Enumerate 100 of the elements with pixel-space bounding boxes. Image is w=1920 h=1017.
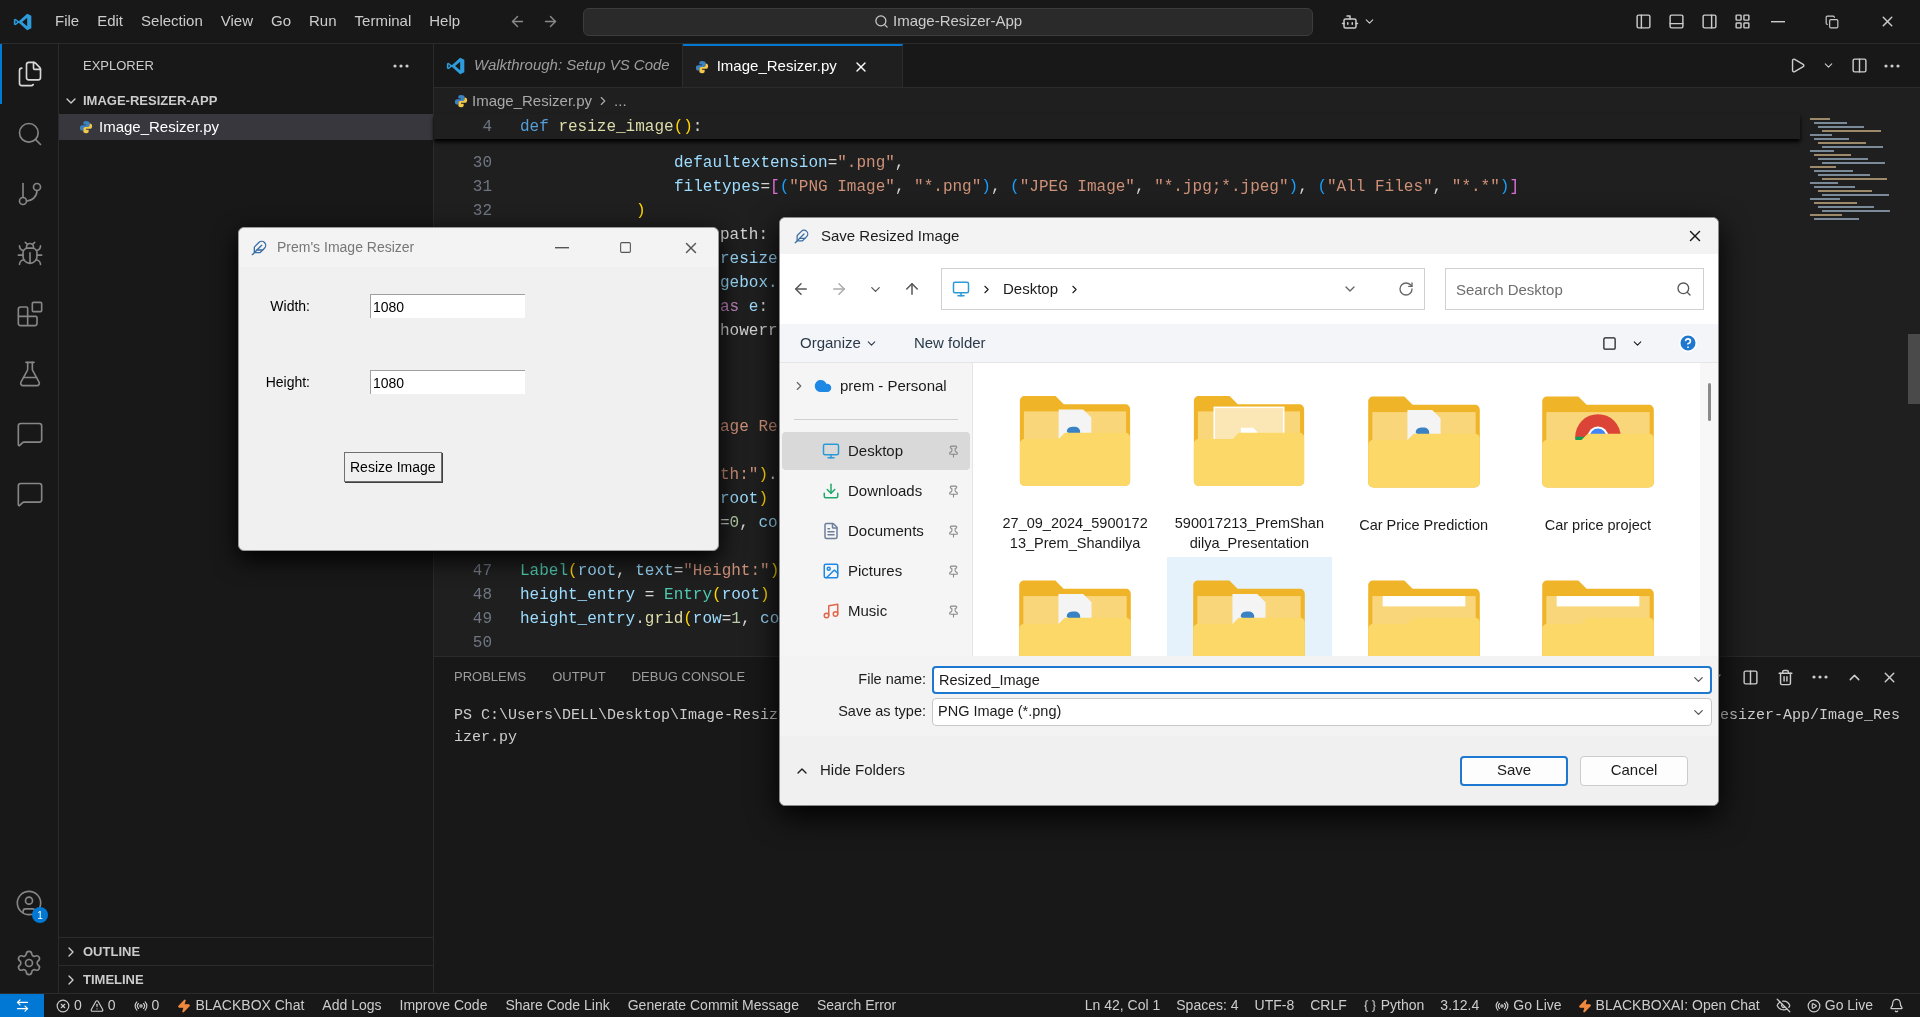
text-field[interactable]: 1080 — [370, 294, 525, 318]
forward-icon — [830, 280, 848, 298]
menu-item[interactable]: Help — [420, 10, 470, 33]
copilot-icon — [1341, 12, 1360, 31]
up-icon — [903, 280, 921, 298]
code-text: root) — [720, 489, 768, 510]
problems-button[interactable]: 0 0 — [50, 994, 122, 1017]
status-item[interactable]: Improve Code — [393, 994, 494, 1017]
line-number: 48 — [471, 585, 492, 606]
nav-item[interactable]: Downloads — [782, 472, 970, 510]
status-item[interactable]: Ln 42, Col 1 — [1078, 994, 1167, 1017]
file-type-dropdown[interactable]: PNG Image (*.png) — [932, 698, 1712, 726]
cancel-button[interactable]: Cancel — [1580, 755, 1688, 786]
toggle-panel-icon — [1668, 13, 1685, 30]
nav-item[interactable]: Pictures — [782, 552, 970, 590]
downloads-icon — [822, 482, 840, 500]
organize-button[interactable]: Organize — [800, 331, 878, 355]
panel-tab[interactable]: DEBUG CONSOLE — [621, 657, 756, 697]
minimize-icon — [1771, 20, 1785, 23]
language-button[interactable]: Python — [1356, 994, 1431, 1017]
panel-tab[interactable]: OUTPUT — [542, 657, 616, 697]
ports-button[interactable]: 0 — [127, 994, 166, 1017]
status-item[interactable]: CRLF — [1304, 994, 1353, 1017]
nav-item[interactable]: Music — [782, 592, 970, 630]
folder-item[interactable]: Car Price Prediction — [1341, 373, 1506, 553]
status-item[interactable]: Spaces: 4 — [1170, 994, 1245, 1017]
status-item[interactable]: 3.12.4 — [1434, 994, 1486, 1017]
app-logo-icon — [13, 11, 33, 32]
file-name-field[interactable]: Resized_Image — [932, 666, 1712, 694]
hide-folders-button[interactable]: Hide Folders — [794, 759, 906, 782]
play-icon — [1806, 998, 1821, 1013]
menu-item[interactable]: Terminal — [345, 10, 421, 33]
field-label: Save as type: — [837, 702, 927, 722]
status-item[interactable]: Add Logs — [316, 994, 388, 1017]
refresh-icon — [1398, 281, 1414, 297]
terminal-text: esizer-App/Image_Res — [1719, 706, 1900, 726]
menu-item[interactable]: Go — [262, 10, 300, 33]
code-text: height_entry.grid(row=1, co — [520, 609, 780, 630]
more-icon — [1812, 675, 1828, 679]
nav-item[interactable]: prem - Personal — [782, 367, 970, 405]
status-item[interactable]: BLACKBOX Chat — [171, 994, 311, 1017]
scrollbar[interactable] — [1707, 383, 1711, 421]
pin-icon — [947, 484, 960, 498]
remote-button[interactable] — [0, 994, 44, 1017]
editor-tab[interactable]: Walkthrough: Setup VS Code — [434, 44, 683, 87]
folder-item[interactable]: Car price project — [1515, 373, 1680, 553]
save-button[interactable]: Save — [1460, 755, 1568, 786]
new-folder-button[interactable]: New folder — [913, 331, 986, 355]
split-editor-icon — [1851, 57, 1868, 74]
line-number: 31 — [471, 177, 492, 198]
resize-button[interactable]: Resize Image — [344, 452, 442, 482]
scrollbar[interactable] — [1908, 334, 1920, 404]
status-item[interactable]: Generate Commit Message — [621, 994, 805, 1017]
folder-item[interactable]: 590017213_PremShandilya_Presentation — [1167, 373, 1332, 553]
notification-badge: 1 — [32, 907, 48, 923]
command-search-field[interactable]: Image-Resizer-App — [583, 7, 1314, 36]
terminal-text: PS C:\Users\DELL\Desktop\Image-Resiz — [454, 706, 779, 726]
editor-tab[interactable]: Image_Resizer.py — [682, 44, 903, 87]
path-segment[interactable]: Desktop — [1003, 277, 1059, 301]
menu-item[interactable]: View — [211, 10, 262, 33]
status-item[interactable]: Go Live — [1489, 994, 1568, 1017]
breadcrumb-item[interactable]: ... — [614, 89, 627, 113]
extensions-icon — [16, 300, 44, 328]
line-number: 47 — [471, 561, 492, 582]
menu-item[interactable]: Edit — [88, 10, 133, 33]
dialog-title: Save Resized Image — [821, 225, 960, 246]
menu-item[interactable]: Run — [300, 10, 346, 33]
nav-item[interactable]: Desktop — [782, 432, 970, 470]
status-item[interactable]: UTF-8 — [1248, 994, 1301, 1017]
run-icon — [1789, 57, 1806, 74]
code-text: =0, co — [720, 513, 778, 534]
minimize-icon — [555, 246, 569, 249]
breadcrumb-item[interactable]: Image_Resizer.py — [472, 89, 593, 113]
address-bar[interactable]: Desktop — [941, 268, 1425, 310]
status-item[interactable]: Share Code Link — [499, 994, 616, 1017]
antenna-icon — [133, 998, 148, 1013]
code-text: def resize_image(): — [520, 116, 703, 138]
code-text: age Re — [720, 417, 778, 438]
field-label: Height: — [264, 372, 311, 392]
folder-item[interactable]: 27_09_2024_590017213_Prem_Shandilya — [993, 373, 1158, 553]
status-item[interactable]: Go Live — [1800, 994, 1879, 1017]
python-file-icon — [694, 59, 709, 74]
status-item[interactable]: Search Error — [810, 994, 903, 1017]
text-field[interactable]: 1080 — [370, 370, 525, 394]
more-icon — [1884, 63, 1900, 68]
section-header[interactable]: OUTLINE — [59, 937, 433, 965]
panel-tab[interactable]: PROBLEMS — [444, 657, 537, 697]
folder-header[interactable]: IMAGE-RESIZER-APP — [59, 88, 433, 114]
search-field[interactable]: Search Desktop — [1445, 268, 1704, 310]
status-item[interactable]: BLACKBOXAI: Open Chat — [1571, 994, 1766, 1017]
pictures-icon — [822, 562, 840, 580]
explorer-file[interactable]: Image_Resizer.py — [59, 114, 433, 140]
pin-icon — [947, 604, 960, 618]
breadcrumb-python-icon — [454, 94, 468, 108]
code-text: ) — [636, 201, 646, 222]
menu-item[interactable]: Selection — [132, 10, 212, 33]
code-text: defaultextension=".png", — [674, 153, 905, 174]
nav-item[interactable]: Documents — [782, 512, 970, 550]
menu-item[interactable]: File — [46, 10, 89, 33]
pin-icon — [947, 564, 960, 578]
